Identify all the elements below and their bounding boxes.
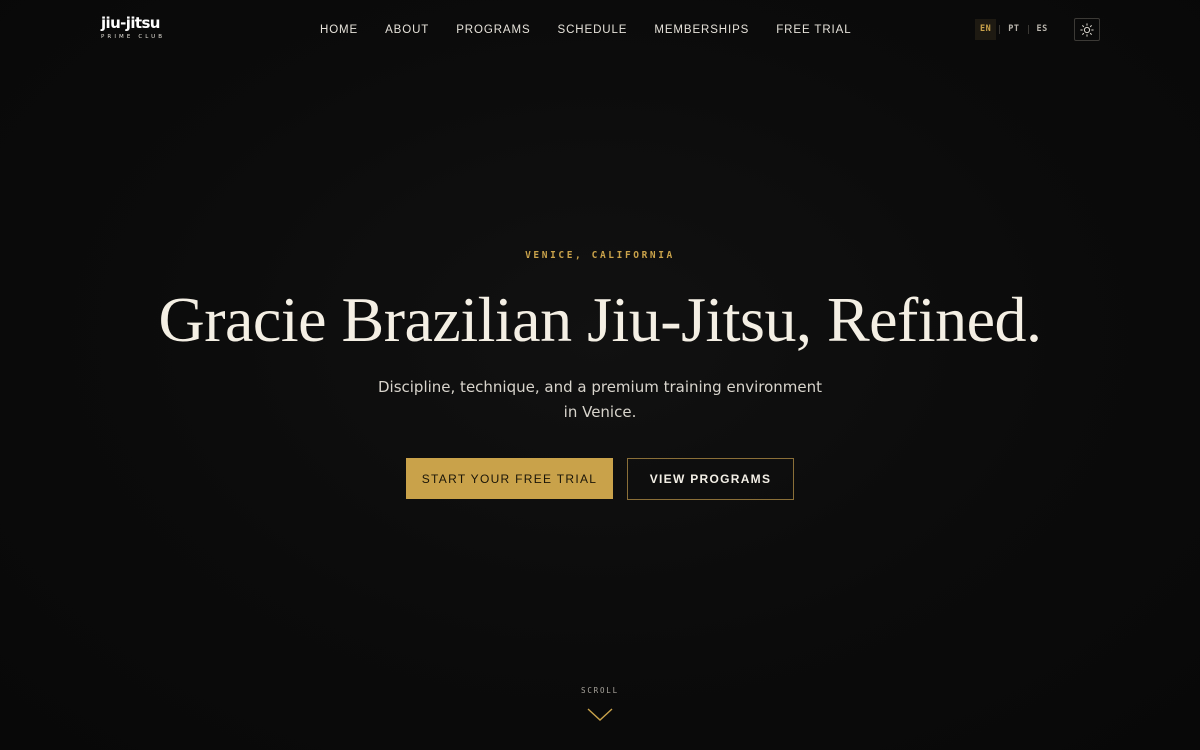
nav-item-schedule[interactable]: SCHEDULE <box>558 21 628 39</box>
start-free-trial-button[interactable]: START YOUR FREE TRIAL <box>406 458 613 499</box>
nav-item-memberships[interactable]: MEMBERSHIPS <box>654 21 749 39</box>
page: jiu-jitsu PRIME CLUB HOME ABOUT PROGRAMS… <box>0 0 1200 750</box>
nav-item-free-trial[interactable]: FREE TRIAL <box>776 21 851 39</box>
site-header: jiu-jitsu PRIME CLUB HOME ABOUT PROGRAMS… <box>0 0 1200 60</box>
nav-item-about[interactable]: ABOUT <box>385 21 429 39</box>
site-logo[interactable]: jiu-jitsu PRIME CLUB <box>101 15 171 43</box>
view-programs-button[interactable]: VIEW PROGRAMS <box>627 458 794 500</box>
main-nav: HOME ABOUT PROGRAMS SCHEDULE MEMBERSHIPS… <box>320 21 879 39</box>
scroll-indicator[interactable]: SCROLL <box>0 686 1200 723</box>
theme-toggle-button[interactable] <box>1074 18 1100 41</box>
language-option-es[interactable]: ES <box>1032 19 1053 40</box>
nav-item-programs[interactable]: PROGRAMS <box>456 21 530 39</box>
language-option-pt[interactable]: PT <box>1003 19 1024 40</box>
language-divider <box>1027 25 1029 34</box>
chevron-down-icon <box>587 708 613 721</box>
hero-headline: Gracie Brazilian Jiu-Jitsu, Refined. <box>158 284 1042 355</box>
hero-subtitle: Discipline, technique, and a premium tra… <box>377 378 823 421</box>
language-option-en[interactable]: EN <box>975 19 997 40</box>
language-switcher: EN PT ES <box>975 19 1053 40</box>
hero-location-eyebrow: VENICE, CALIFORNIA <box>525 250 675 261</box>
sun-icon <box>1080 22 1094 37</box>
logo-wordmark: jiu-jitsu <box>101 14 160 32</box>
nav-item-home[interactable]: HOME <box>320 21 358 39</box>
scroll-label: SCROLL <box>581 686 619 695</box>
logo-tagline: PRIME CLUB <box>101 34 166 40</box>
hero-cta-group: START YOUR FREE TRIAL VIEW PROGRAMS <box>406 458 794 500</box>
language-divider <box>999 25 1001 34</box>
